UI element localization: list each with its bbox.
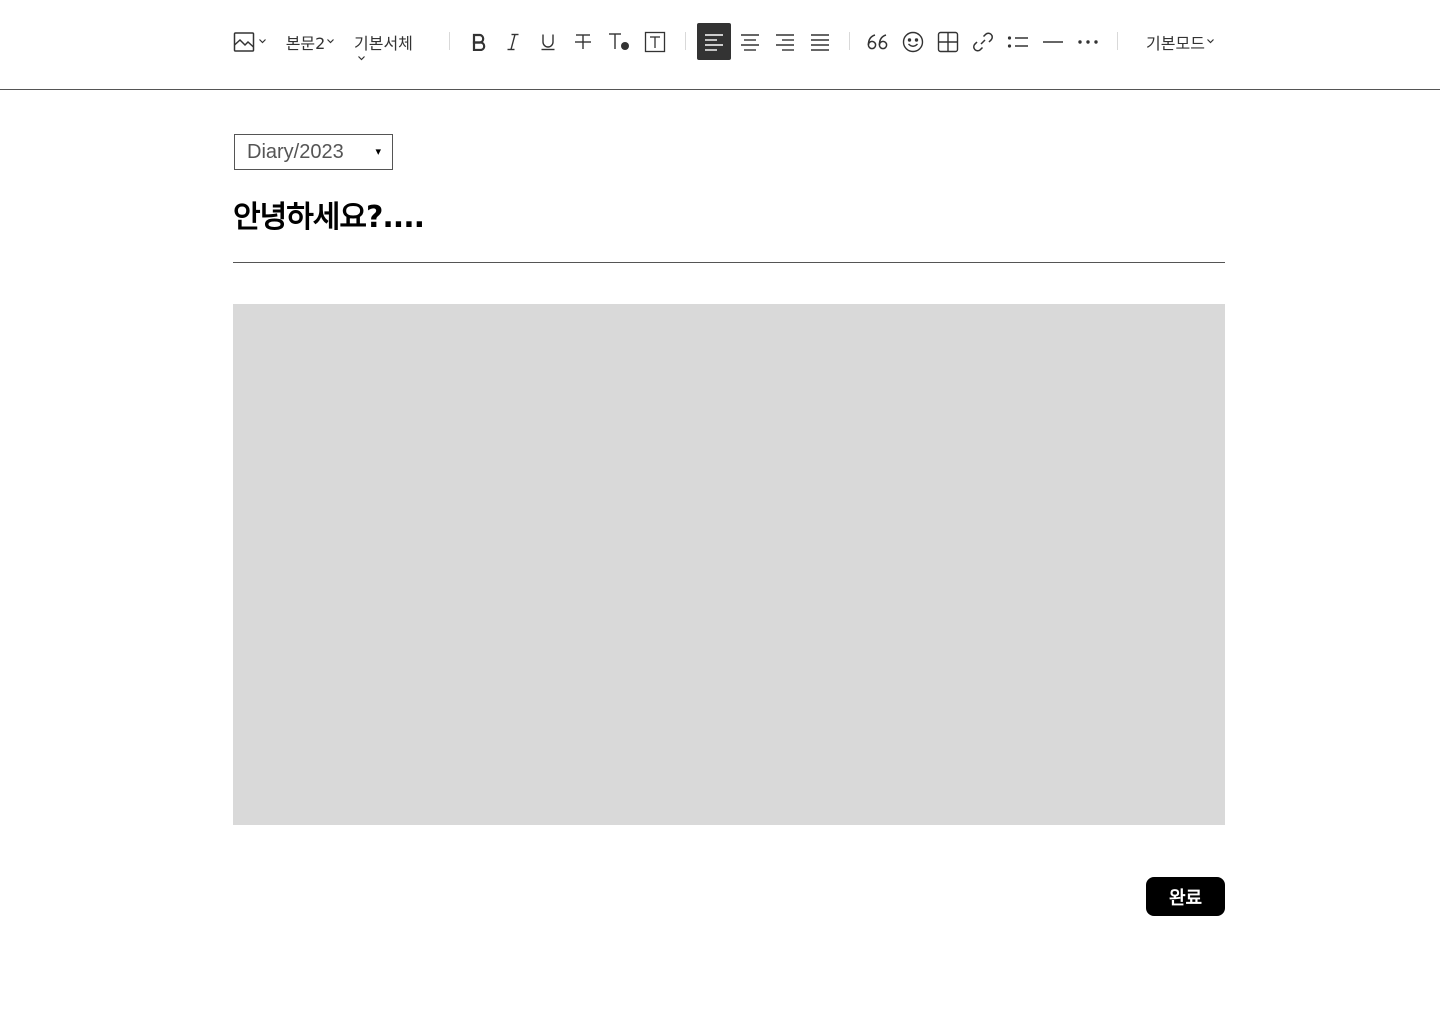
chevron-down-icon <box>358 56 365 61</box>
align-left-button[interactable] <box>697 23 731 60</box>
toolbar-divider <box>449 32 450 50</box>
category-select[interactable]: Diary/2023 ▾ <box>234 134 393 170</box>
strikethrough-button[interactable] <box>566 23 599 60</box>
post-body-editor[interactable] <box>233 304 1225 825</box>
image-icon <box>233 31 255 53</box>
emoticon-button[interactable] <box>896 23 929 60</box>
dropdown-arrow-icon: ▾ <box>375 145 381 158</box>
quote-button[interactable] <box>861 23 894 60</box>
align-right-icon <box>775 33 795 51</box>
font-family-label: 기본서체 <box>354 33 413 53</box>
horizontal-rule-icon <box>1042 40 1063 44</box>
done-button[interactable]: 완료 <box>1146 877 1225 916</box>
bold-icon <box>471 33 487 51</box>
strikethrough-icon <box>574 33 592 51</box>
editor-toolbar: 본문2 기본서체 기본모드 <box>0 0 1440 90</box>
underline-button[interactable] <box>531 23 564 60</box>
paragraph-style-label: 본문2 <box>285 33 326 53</box>
insert-image-button[interactable] <box>232 23 266 60</box>
align-left-icon <box>704 33 724 51</box>
paragraph-style-dropdown[interactable]: 본문2 <box>283 23 337 60</box>
align-center-icon <box>740 33 760 51</box>
toolbar-divider <box>849 32 850 50</box>
align-justify-icon <box>810 33 830 51</box>
text-background-icon <box>644 31 666 53</box>
emoticon-icon <box>902 31 924 53</box>
insert-table-button[interactable] <box>931 23 964 60</box>
category-value: Diary/2023 <box>247 140 344 163</box>
italic-icon <box>506 33 520 51</box>
bulleted-list-button[interactable] <box>1001 23 1034 60</box>
title-divider <box>233 262 1225 263</box>
chevron-down-icon <box>327 39 335 44</box>
editor-mode-dropdown[interactable]: 기본모드 <box>1140 23 1220 60</box>
italic-button[interactable] <box>496 23 529 60</box>
insert-link-button[interactable] <box>966 23 999 60</box>
chevron-down-icon <box>1207 39 1214 44</box>
bulleted-list-icon <box>1007 34 1029 50</box>
more-button[interactable] <box>1071 23 1104 60</box>
align-right-button[interactable] <box>768 23 801 60</box>
table-icon <box>937 31 959 53</box>
toolbar-divider <box>1117 32 1118 50</box>
align-center-button[interactable] <box>733 23 766 60</box>
bold-button[interactable] <box>462 23 495 60</box>
toolbar-divider <box>685 32 686 50</box>
quote-icon <box>867 33 889 50</box>
text-color-icon <box>608 32 630 52</box>
post-title-input[interactable]: 안녕하세요?.... <box>233 192 425 236</box>
more-icon <box>1077 39 1099 45</box>
font-family-dropdown[interactable]: 기본서체 <box>354 23 422 60</box>
text-background-button[interactable] <box>638 23 671 60</box>
link-icon <box>972 31 994 53</box>
editor-mode-label: 기본모드 <box>1146 33 1205 53</box>
horizontal-rule-button[interactable] <box>1036 23 1069 60</box>
text-color-button[interactable] <box>602 23 635 60</box>
align-justify-button[interactable] <box>803 23 836 60</box>
chevron-down-icon <box>258 39 266 44</box>
underline-icon <box>540 33 556 51</box>
